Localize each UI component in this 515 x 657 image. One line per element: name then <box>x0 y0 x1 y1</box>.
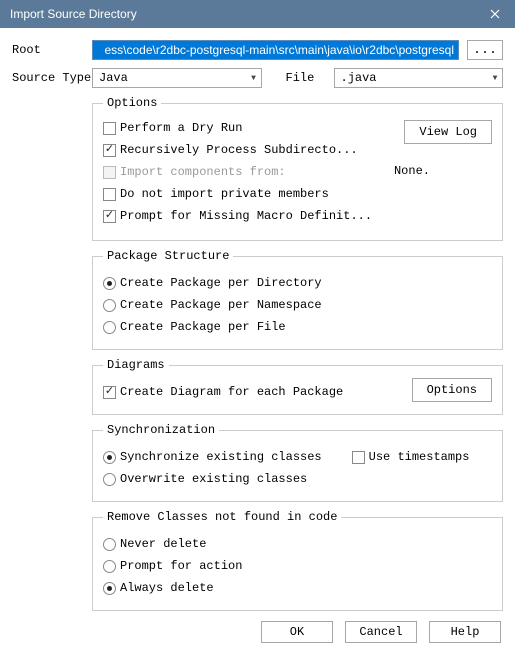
dialog-content: Root ... Source Type Java ▼ File .java ▼… <box>0 28 515 611</box>
use-timestamps-label: Use timestamps <box>369 450 470 464</box>
recurse-label: Recursively Process Subdirecto... <box>120 143 358 157</box>
radio-icon <box>103 321 116 334</box>
radio-icon <box>103 473 116 486</box>
pkg-per-ns-label: Create Package per Namespace <box>120 298 322 312</box>
import-from-value: None. <box>394 164 430 178</box>
close-button[interactable] <box>475 0 515 28</box>
diagram-options-button[interactable]: Options <box>412 378 492 402</box>
source-row: Source Type Java ▼ File .java ▼ <box>12 68 503 88</box>
radio-checked-icon <box>103 451 116 464</box>
browse-button[interactable]: ... <box>467 40 503 60</box>
checkbox-checked-icon <box>103 386 116 399</box>
diagrams-group: Diagrams Options Create Diagram for each… <box>92 358 503 415</box>
checkbox-disabled-icon <box>103 166 116 179</box>
cancel-button[interactable]: Cancel <box>345 621 417 643</box>
source-type-combo[interactable]: Java ▼ <box>92 68 262 88</box>
pkg-per-dir-label: Create Package per Directory <box>120 276 322 290</box>
root-input[interactable] <box>92 40 459 60</box>
prompt-action-label: Prompt for action <box>120 559 242 573</box>
always-delete-label: Always delete <box>120 581 214 595</box>
checkbox-icon <box>103 122 116 135</box>
root-label: Root <box>12 43 92 57</box>
overwrite-option[interactable]: Overwrite existing classes <box>103 469 492 489</box>
file-label: File <box>286 71 334 85</box>
import-from-label: Import components from: <box>120 165 286 179</box>
window-title: Import Source Directory <box>10 7 137 21</box>
file-value: .java <box>341 71 377 85</box>
checkbox-checked-icon <box>103 144 116 157</box>
create-diagram-label: Create Diagram for each Package <box>120 385 343 399</box>
radio-icon <box>103 538 116 551</box>
diagrams-legend: Diagrams <box>103 358 169 372</box>
radio-icon <box>103 560 116 573</box>
pkg-per-file-label: Create Package per File <box>120 320 286 334</box>
file-combo[interactable]: .java ▼ <box>334 68 504 88</box>
never-delete-option[interactable]: Never delete <box>103 534 492 554</box>
sync-legend: Synchronization <box>103 423 219 437</box>
pkg-per-file-option[interactable]: Create Package per File <box>103 317 492 337</box>
checkbox-checked-icon <box>103 210 116 223</box>
chevron-down-icon: ▼ <box>488 74 502 83</box>
source-type-label: Source Type <box>12 71 92 85</box>
options-legend: Options <box>103 96 161 110</box>
pkg-legend: Package Structure <box>103 249 233 263</box>
view-log-button[interactable]: View Log <box>404 120 492 144</box>
sync-existing-label: Synchronize existing classes <box>120 450 322 464</box>
dialog-buttons: OK Cancel Help <box>0 611 515 657</box>
close-icon <box>490 9 500 19</box>
overwrite-label: Overwrite existing classes <box>120 472 307 486</box>
source-type-value: Java <box>99 71 128 85</box>
import-from-option: Import components from: <box>103 162 492 182</box>
sync-existing-option[interactable]: Synchronize existing classes Use timesta… <box>103 447 492 467</box>
checkbox-icon <box>352 451 365 464</box>
radio-checked-icon <box>103 277 116 290</box>
remove-legend: Remove Classes not found in code <box>103 510 341 524</box>
package-structure-group: Package Structure Create Package per Dir… <box>92 249 503 350</box>
prompt-macro-option[interactable]: Prompt for Missing Macro Definit... <box>103 206 492 226</box>
remove-classes-group: Remove Classes not found in code Never d… <box>92 510 503 611</box>
pkg-per-ns-option[interactable]: Create Package per Namespace <box>103 295 492 315</box>
dry-run-label: Perform a Dry Run <box>120 121 242 135</box>
root-row: Root ... <box>12 40 503 60</box>
never-delete-label: Never delete <box>120 537 206 551</box>
radio-checked-icon <box>103 582 116 595</box>
titlebar: Import Source Directory <box>0 0 515 28</box>
pkg-per-dir-option[interactable]: Create Package per Directory <box>103 273 492 293</box>
prompt-action-option[interactable]: Prompt for action <box>103 556 492 576</box>
always-delete-option[interactable]: Always delete <box>103 578 492 598</box>
use-timestamps-option[interactable]: Use timestamps <box>352 450 470 464</box>
radio-icon <box>103 299 116 312</box>
prompt-macro-label: Prompt for Missing Macro Definit... <box>120 209 372 223</box>
chevron-down-icon: ▼ <box>247 74 261 83</box>
no-private-option[interactable]: Do not import private members <box>103 184 492 204</box>
no-private-label: Do not import private members <box>120 187 329 201</box>
options-group: Options View Log None. Perform a Dry Run… <box>92 96 503 241</box>
ok-button[interactable]: OK <box>261 621 333 643</box>
checkbox-icon <box>103 188 116 201</box>
synchronization-group: Synchronization Synchronize existing cla… <box>92 423 503 502</box>
help-button[interactable]: Help <box>429 621 501 643</box>
